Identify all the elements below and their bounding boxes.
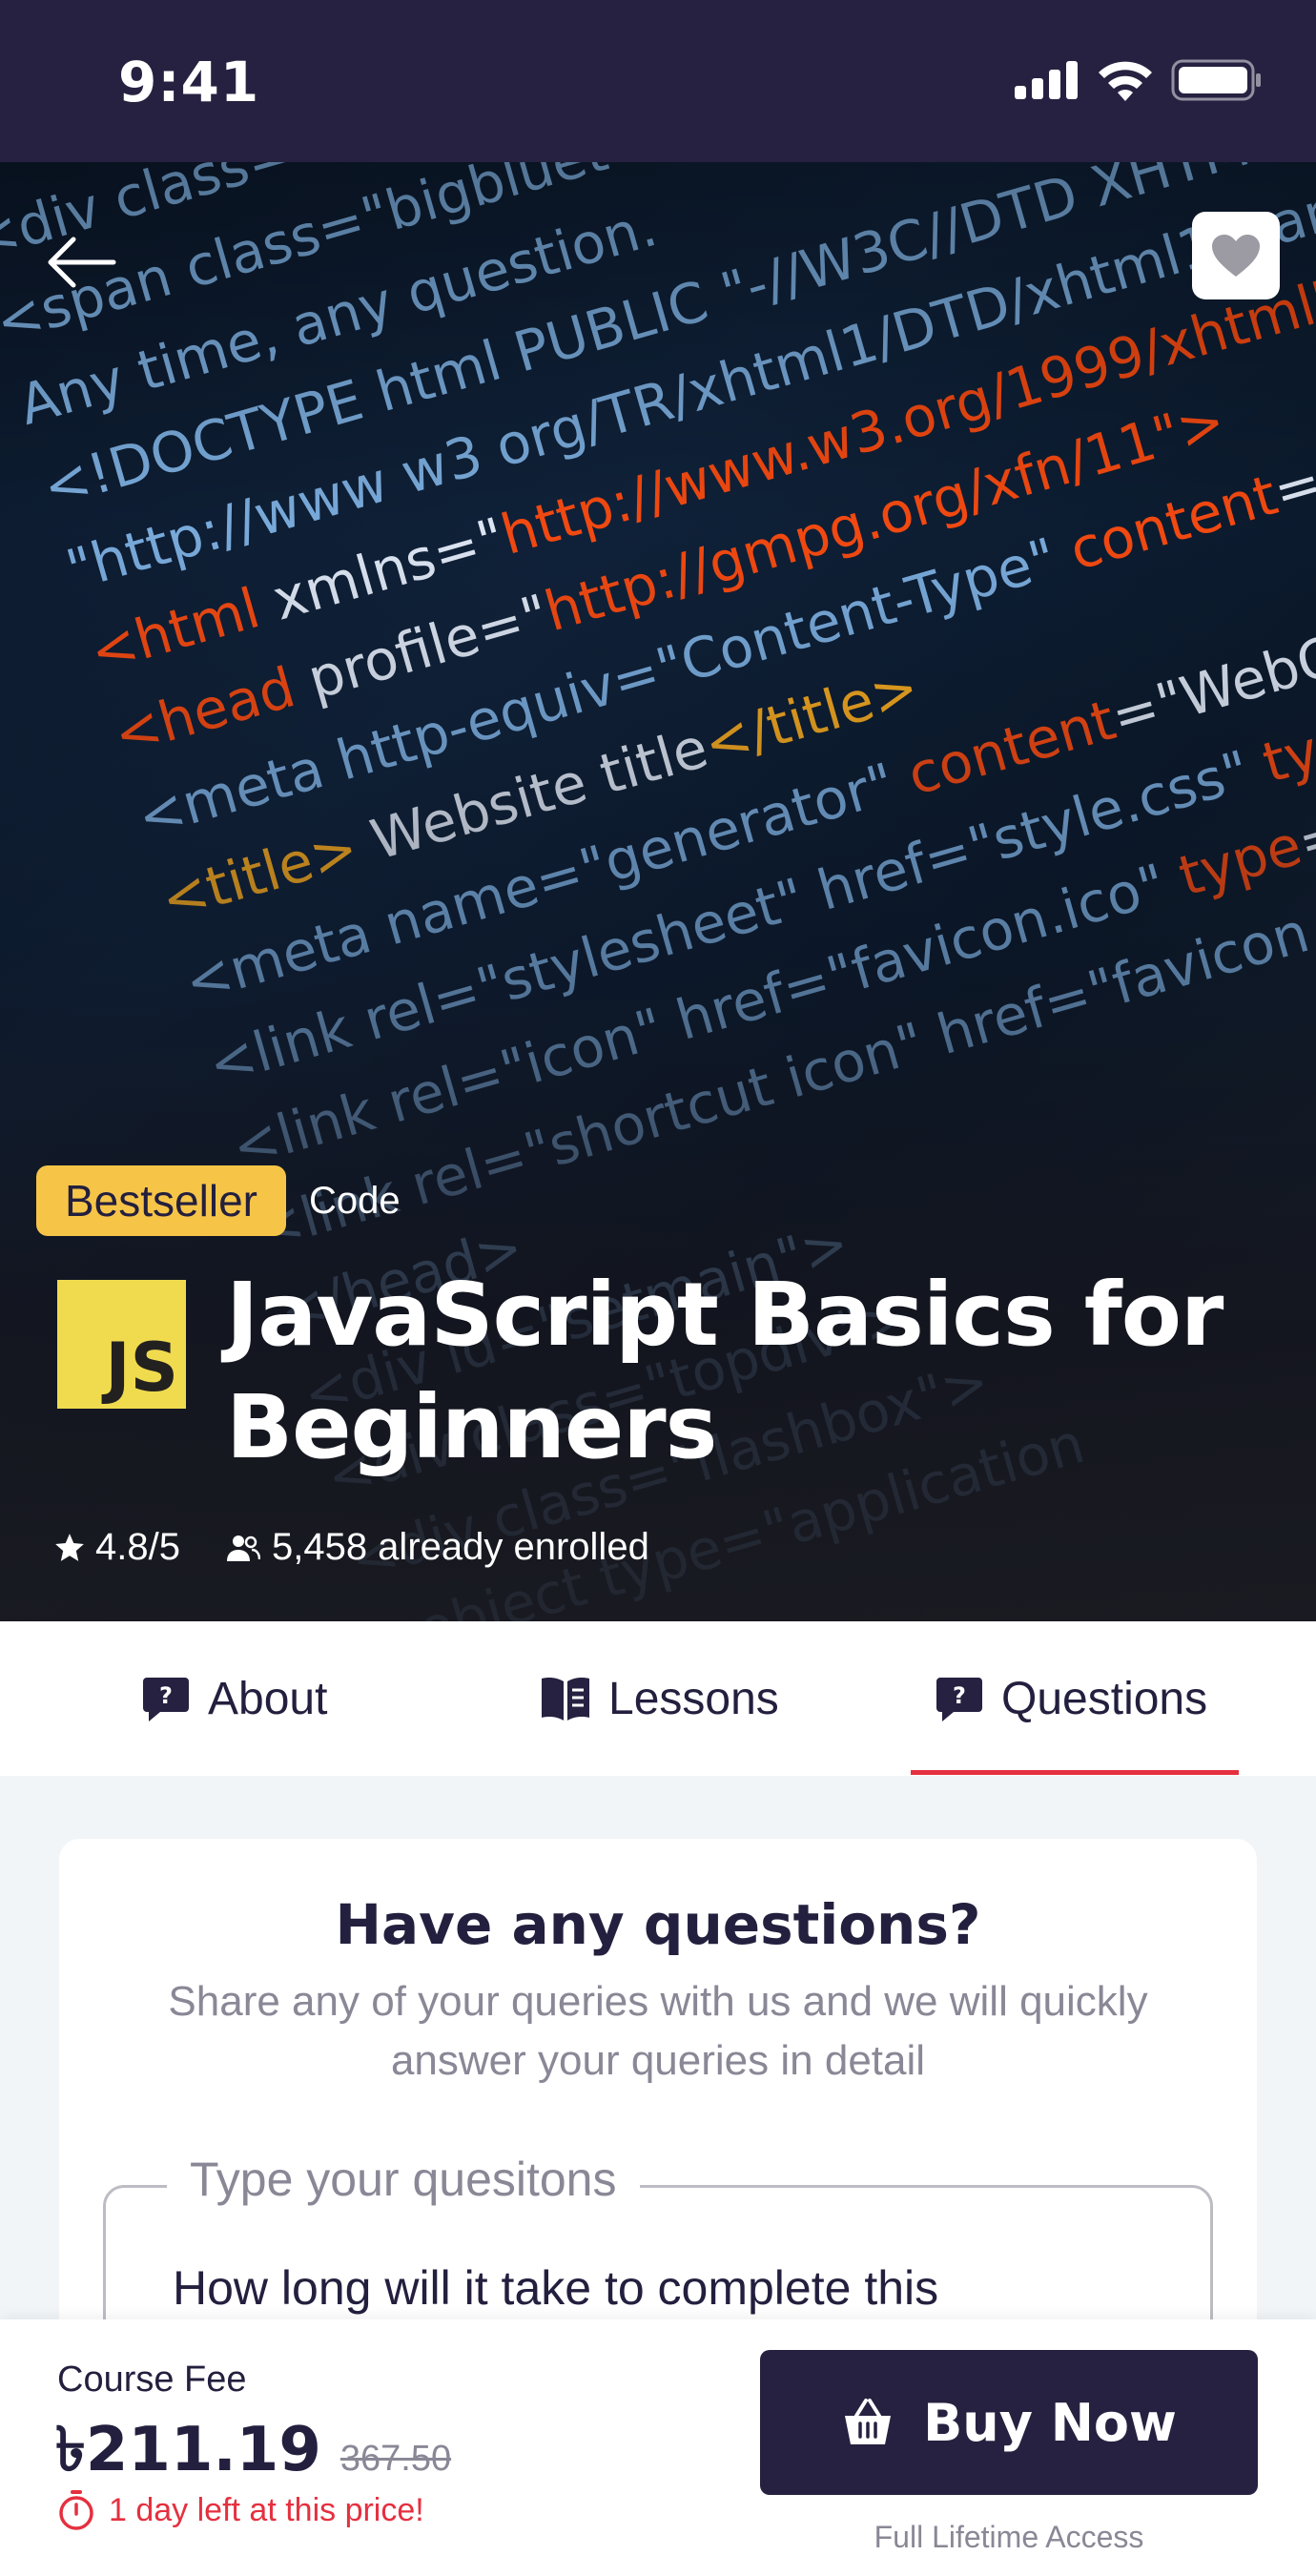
- tab-lessons[interactable]: Lessons: [540, 1621, 779, 1776]
- deadline-text: 1 day left at this price!: [109, 2491, 424, 2528]
- enrolled-count: 5,458 already enrolled: [271, 1526, 649, 1568]
- rating: 4.8/5: [53, 1526, 180, 1569]
- question-bubble-icon: ?: [143, 1678, 189, 1721]
- status-bar: 9:41: [0, 0, 1316, 162]
- users-icon: [226, 1535, 260, 1561]
- category-label: Code: [308, 1179, 401, 1222]
- price-deadline: 1 day left at this price!: [57, 2489, 424, 2531]
- tab-about-label: About: [208, 1673, 328, 1724]
- lifetime-access-note: Full Lifetime Access: [874, 2520, 1144, 2554]
- badge-row: Bestseller Code: [36, 1165, 401, 1236]
- card-subtitle: Share any of your queries with us and we…: [168, 1978, 1148, 2084]
- question-bubble-icon: ?: [936, 1678, 982, 1721]
- tab-questions-label: Questions: [1001, 1673, 1208, 1724]
- bestseller-badge: Bestseller: [36, 1165, 286, 1236]
- star-icon: [55, 1533, 84, 1561]
- status-icons: [1015, 59, 1263, 101]
- arrow-left-icon: [48, 237, 116, 288]
- heart-icon: [1212, 235, 1260, 277]
- question-input[interactable]: [173, 2260, 1164, 2316]
- active-tab-indicator: [911, 1770, 1239, 1775]
- original-price: 367.50: [339, 2439, 452, 2479]
- book-icon: [542, 1678, 589, 1721]
- buy-now-button[interactable]: Buy Now: [760, 2350, 1258, 2495]
- basket-icon: [845, 2399, 892, 2444]
- course-hero: <div class="...For any questions call">(…: [0, 162, 1316, 1621]
- rating-value: 4.8/5: [95, 1526, 180, 1568]
- course-fee-label: Course Fee: [57, 2360, 247, 2400]
- signal-icon: [1015, 61, 1078, 99]
- svg-text:?: ?: [159, 1682, 173, 1709]
- course-meta: 4.8/5 5,458 already enrolled: [53, 1526, 649, 1569]
- enrolled: 5,458 already enrolled: [226, 1526, 649, 1569]
- battery-icon: [1171, 59, 1261, 101]
- js-logo: JS: [57, 1280, 186, 1409]
- card-title: Have any questions?: [335, 1892, 981, 1957]
- favorite-button[interactable]: [1192, 212, 1280, 299]
- js-logo-text: JS: [105, 1329, 178, 1407]
- tab-questions[interactable]: ? Questions: [935, 1621, 1207, 1776]
- svg-text:?: ?: [953, 1682, 966, 1709]
- course-tabs: ? About Lessons ? Questions: [0, 1621, 1316, 1776]
- tab-lessons-label: Lessons: [608, 1673, 779, 1724]
- tab-about[interactable]: ? About: [141, 1621, 327, 1776]
- wifi-icon: [1099, 61, 1152, 101]
- buy-now-label: Buy Now: [923, 2392, 1177, 2453]
- purchase-bar: Course Fee ৳211.19 367.50 1 day left at …: [0, 2319, 1316, 2576]
- status-time: 9:41: [118, 50, 260, 114]
- title-row: JS JavaScript Basics for Beginners: [57, 1259, 1237, 1484]
- back-button[interactable]: [38, 219, 124, 305]
- course-title: JavaScript Basics for Beginners: [226, 1264, 1223, 1478]
- question-field-label: Type your quesitons: [167, 2152, 640, 2207]
- timer-icon: [59, 2490, 93, 2530]
